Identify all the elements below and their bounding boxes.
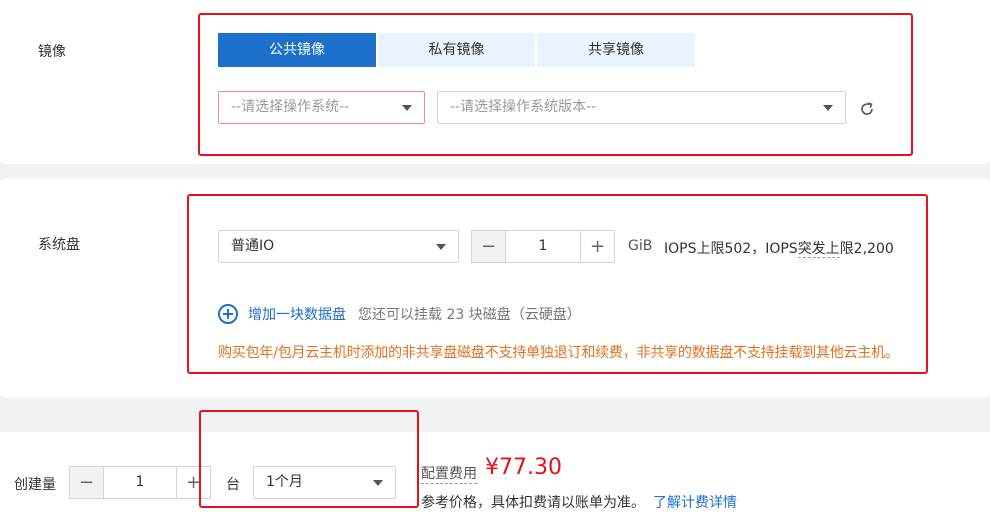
increment-button[interactable]: + [177,467,210,498]
iops-dotted: 突发上 [797,241,840,258]
system-disk-label: 系统盘 [38,237,80,253]
disk-type-value: 普通IO [231,238,275,254]
os-version-select-placeholder: --请选择操作系统版本-- [450,99,597,115]
disk-size-value[interactable]: 1 [505,231,581,262]
iops-info: IOPS上限502，IOPS突发上限2,200 [664,238,894,258]
reference-note: 参考价格，具体扣费请以账单为准。 了解计费详情 [421,492,737,512]
increment-button[interactable]: + [581,231,614,262]
tab-shared-image[interactable]: 共享镜像 [537,33,695,67]
os-select-placeholder: --请选择操作系统-- [231,99,350,115]
decrement-button[interactable]: − [472,231,505,262]
image-section: 镜像 公共镜像 私有镜像 共享镜像 --请选择操作系统-- --请选择操作系统版… [0,0,990,164]
price: ¥77.30 [485,455,562,480]
reference-text: 参考价格，具体扣费请以账单为准。 [421,495,645,511]
chevron-down-icon [402,105,412,111]
quantity-value[interactable]: 1 [103,467,177,498]
add-disk-hint: 您还可以挂载 23 块磁盘（云硬盘） [358,307,581,323]
disk-size-stepper[interactable]: − 1 + [471,230,615,263]
image-label: 镜像 [38,44,66,60]
fee-label: 配置费用 [421,463,477,484]
warning-text: 购买包年/包月云主机时添加的非共享盘磁盘不支持单独退订和续费，非共享的数据盘不支… [218,345,899,361]
add-data-disk[interactable]: 增加一块数据盘 您还可以挂载 23 块磁盘（云硬盘） [218,304,581,324]
tab-public-image[interactable]: 公共镜像 [218,33,376,67]
pricing-details-link[interactable]: 了解计费详情 [653,495,737,511]
decrement-button[interactable]: − [70,467,103,498]
tab-private-image[interactable]: 私有镜像 [378,33,535,67]
iops-suffix: 限2,200 [839,241,894,257]
chevron-down-icon [373,480,383,486]
size-unit: GiB [628,238,653,254]
os-version-select[interactable]: --请选择操作系统版本-- [437,91,846,124]
system-disk-section: 系统盘 [0,178,990,398]
add-data-disk-link[interactable]: 增加一块数据盘 [248,304,346,324]
duration-value: 1个月 [266,474,303,490]
duration-select[interactable]: 1个月 [253,466,396,499]
iops-prefix: IOPS上限502，IOPS [664,241,798,257]
chevron-down-icon [436,244,446,250]
chevron-down-icon [823,105,833,111]
quantity-label: 创建量 [14,477,56,493]
quantity-stepper[interactable]: − 1 + [69,466,211,499]
os-select[interactable]: --请选择操作系统-- [218,91,425,124]
refresh-icon[interactable] [858,100,876,118]
disk-type-select[interactable]: 普通IO [218,230,459,263]
add-circle-icon[interactable] [218,304,238,324]
quantity-unit: 台 [226,477,240,493]
